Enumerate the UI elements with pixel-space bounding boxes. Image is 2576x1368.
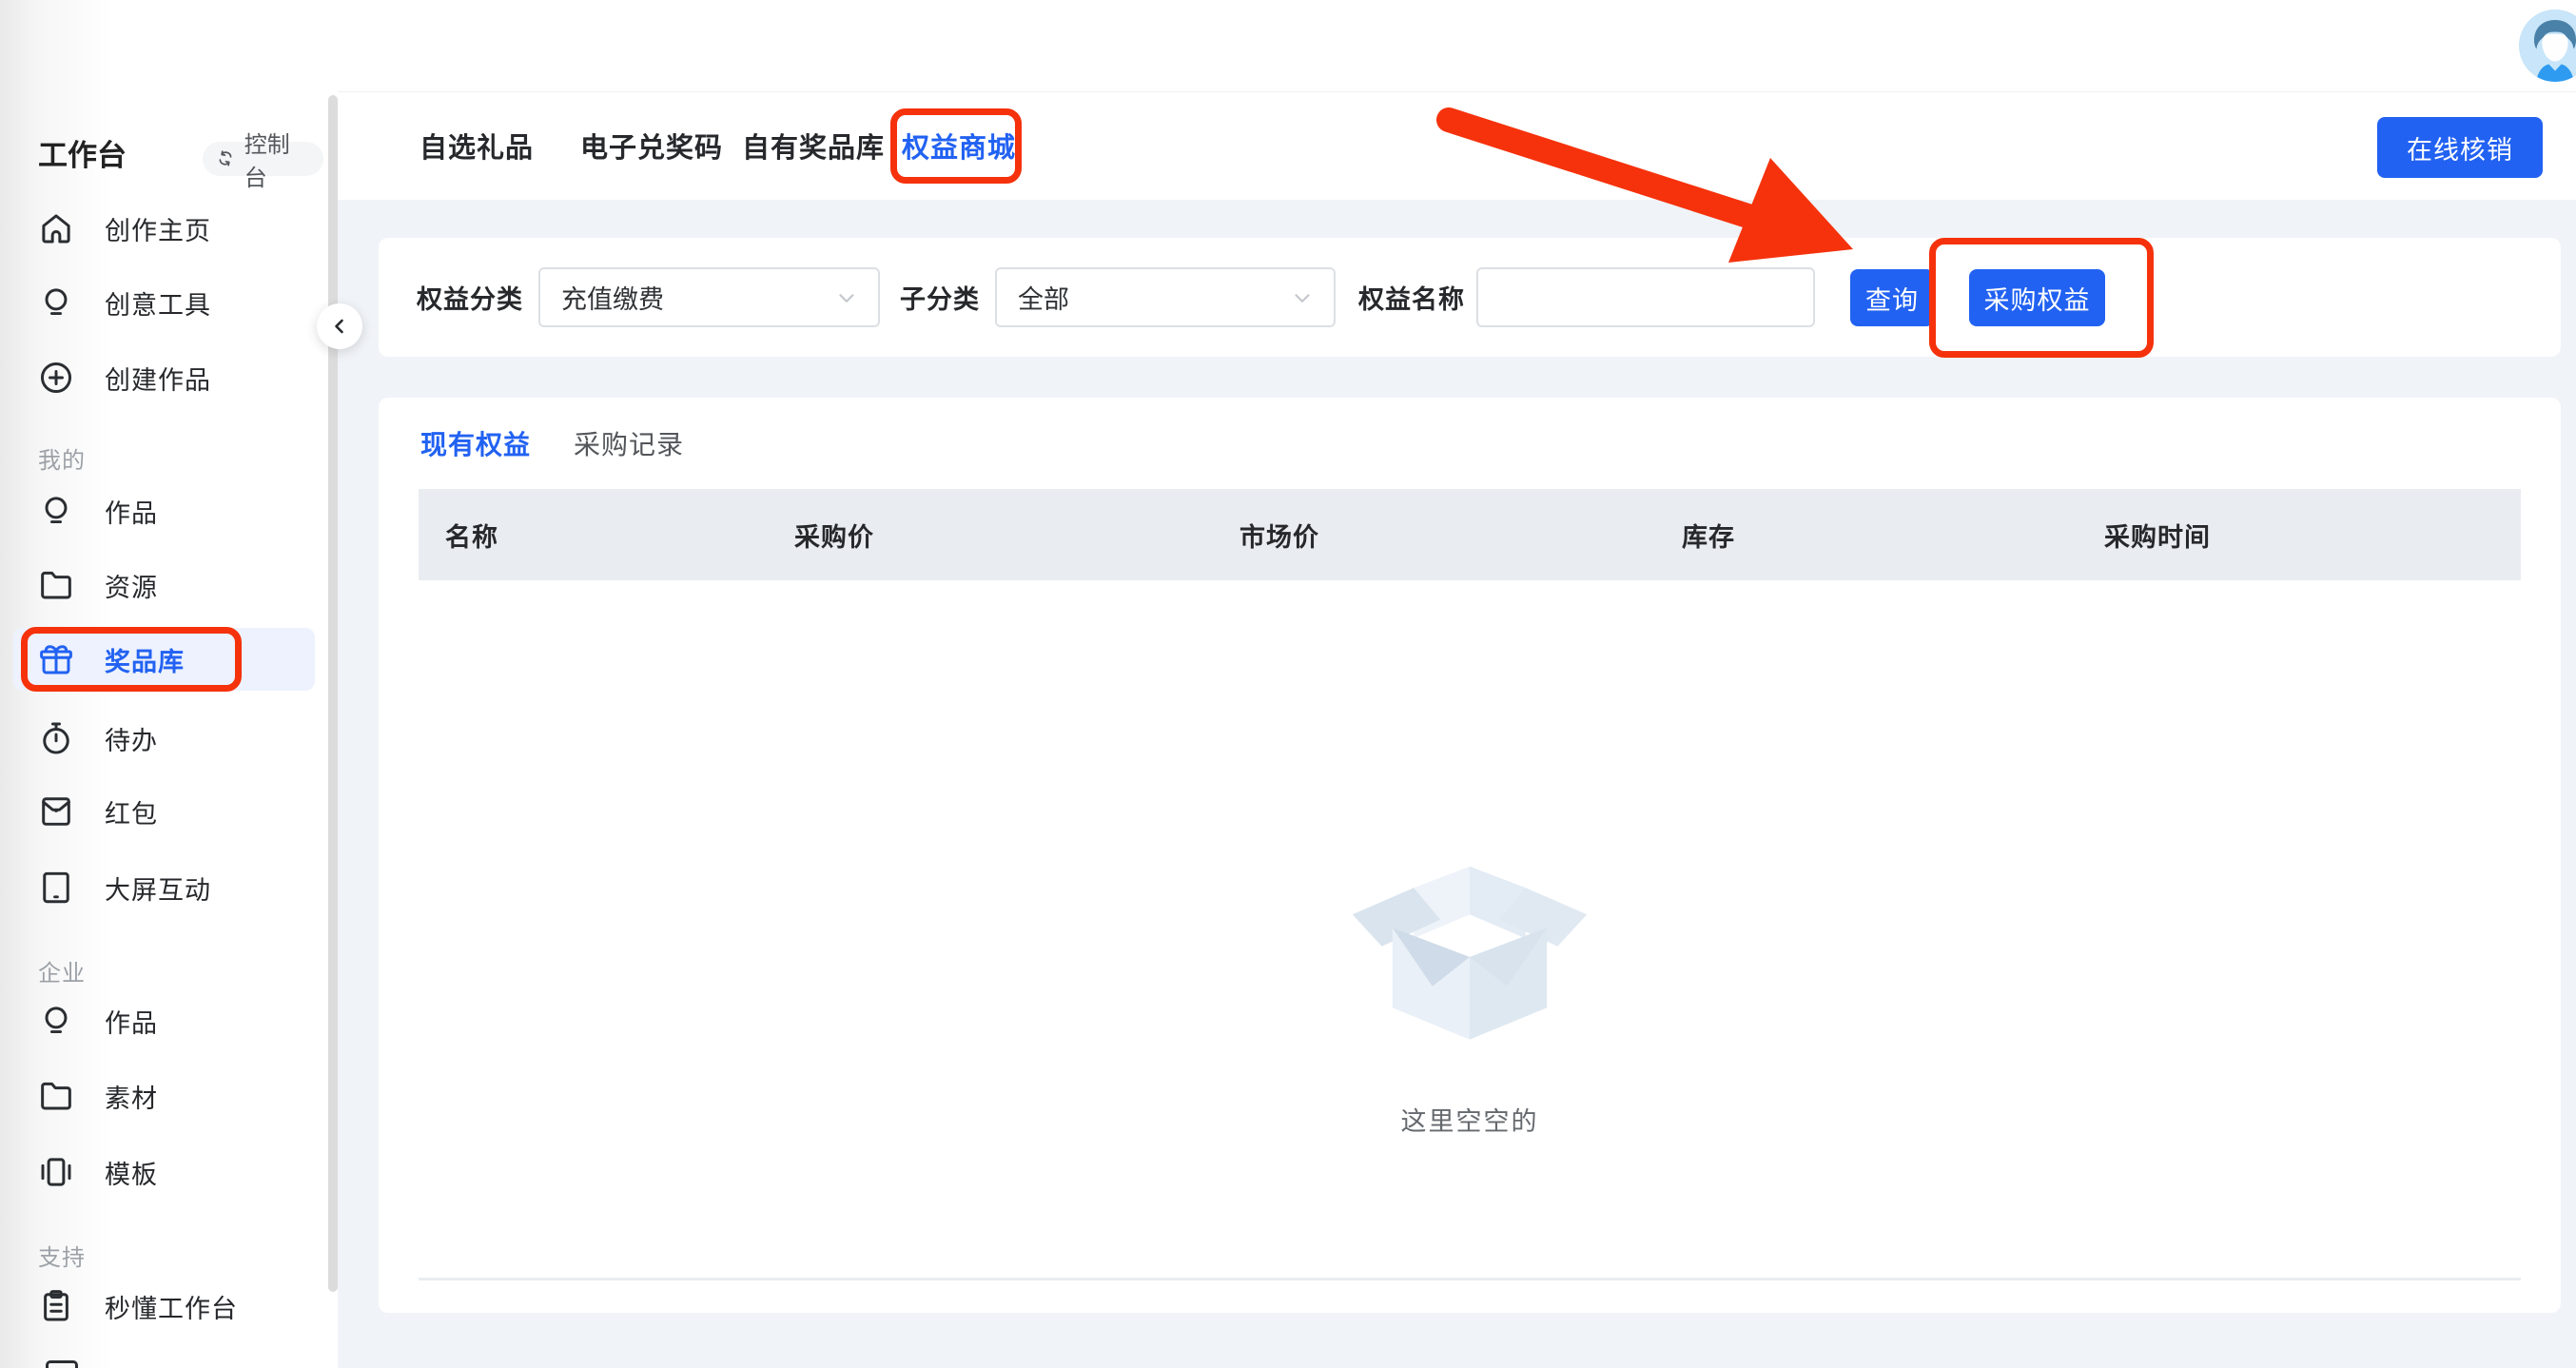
sidebar-item-label: 创意工具 [105, 284, 211, 322]
sidebar-item-folder[interactable]: 资源 [0, 548, 338, 622]
sidebar-item-gift[interactable]: 奖品库 [0, 622, 338, 696]
online-verify-button[interactable]: 在线核销 [2377, 117, 2543, 178]
bulb-icon [36, 491, 76, 531]
plus-circle-icon [36, 358, 76, 398]
sidebar-item-screen[interactable]: 大屏互动 [0, 850, 338, 925]
prize-tabs-bar: 自选礼品电子兑奖码自有奖品库权益商城 在线核销 [338, 92, 2576, 200]
subcategory-select-value: 全部 [1018, 279, 1290, 316]
sidebar-item-label: 作品 [105, 1003, 158, 1040]
bulb-icon [36, 1001, 76, 1041]
clipboard-icon [36, 1286, 76, 1326]
records-subtabs: 现有权益 采购记录 [420, 424, 684, 462]
table-column-header: 库存 [1682, 517, 2104, 554]
sidebar-item-template[interactable]: 模板 [0, 1135, 338, 1209]
main-area: 自选礼品电子兑奖码自有奖品库权益商城 在线核销 权益分类 充值缴费 子分类 全部… [338, 0, 2576, 1368]
empty-state-text: 这里空空的 [1401, 1101, 1539, 1138]
stopwatch-icon [36, 718, 76, 758]
tab-4[interactable]: 权益商城 [902, 92, 1016, 199]
bulb-icon [36, 283, 76, 322]
sidebar-item-label: 秒懂工作台 [105, 1288, 238, 1325]
chevron-down-icon [834, 285, 859, 310]
gift-icon [36, 639, 76, 679]
sidebar-collapse-button[interactable] [317, 303, 362, 349]
home-icon [36, 208, 76, 248]
sidebar-section-label: 支持 [38, 1239, 86, 1272]
subcategory-filter-label: 子分类 [900, 238, 980, 357]
empty-box-illustration [1337, 824, 1603, 1057]
user-avatar[interactable] [2519, 10, 2576, 82]
sidebar-item-bulb[interactable]: 作品 [0, 984, 338, 1058]
folder-icon [36, 565, 76, 605]
sidebar-item-stopwatch[interactable]: 待办 [0, 701, 338, 775]
partial-next-item-icon [46, 1360, 78, 1368]
chevron-left-icon [328, 315, 351, 338]
search-button[interactable]: 查询 [1850, 269, 1934, 326]
empty-state: 这里空空的 [379, 824, 2561, 1138]
sidebar-item-label: 待办 [105, 720, 158, 757]
top-header [338, 0, 2576, 92]
red-envelope-icon [36, 791, 76, 831]
screen-icon [36, 868, 76, 908]
subtab-1[interactable]: 现有权益 [420, 424, 531, 462]
sidebar-item-label: 素材 [105, 1078, 158, 1115]
sidebar-item-home[interactable]: 创作主页 [0, 191, 338, 265]
console-switch-button[interactable]: 控制台 [203, 142, 323, 176]
tab-2[interactable]: 电子兑奖码 [580, 92, 723, 199]
pagination-divider [419, 1278, 2521, 1280]
subtab-2[interactable]: 采购记录 [574, 424, 684, 462]
sidebar-item-label: 大屏互动 [105, 870, 211, 907]
sidebar-item-label: 奖品库 [105, 641, 185, 678]
content-area: 权益分类 充值缴费 子分类 全部 权益名称 查询 采购权益 现有权益 采购记录 名… [338, 200, 2576, 1368]
sidebar-header: 工作台 控制台 [38, 135, 323, 181]
sidebar-item-label: 创作主页 [105, 210, 211, 247]
filter-panel: 权益分类 充值缴费 子分类 全部 权益名称 查询 采购权益 [379, 238, 2561, 357]
benefit-name-label: 权益名称 [1358, 238, 1465, 357]
avatar-person-icon [2519, 10, 2576, 82]
sidebar-item-label: 作品 [105, 493, 158, 530]
chevron-down-icon [1290, 285, 1315, 310]
tab-1[interactable]: 自选礼品 [420, 92, 534, 199]
workbench-page: 工作台 控制台 创作主页创意工具创建作品我的作品资源奖品库待办红包大屏互动企业作… [0, 0, 2576, 1368]
sidebar-section-label: 企业 [38, 954, 86, 987]
table-column-header: 采购价 [794, 517, 1239, 554]
category-select-value: 充值缴费 [561, 279, 834, 316]
table-column-header: 采购时间 [2104, 517, 2521, 554]
sidebar-item-folder[interactable]: 素材 [0, 1059, 338, 1133]
sidebar-item-clipboard[interactable]: 秒懂工作台 [0, 1269, 338, 1343]
console-button-label: 控制台 [244, 126, 306, 192]
records-panel: 现有权益 采购记录 名称采购价市场价库存采购时间 这里空空的 [379, 398, 2561, 1313]
category-select[interactable]: 充值缴费 [538, 267, 880, 327]
sidebar-item-label: 创建作品 [105, 360, 211, 397]
records-table-header: 名称采购价市场价库存采购时间 [419, 489, 2521, 580]
sidebar-item-plus-circle[interactable]: 创建作品 [0, 341, 338, 415]
folder-icon [36, 1076, 76, 1116]
sidebar-item-label: 模板 [105, 1154, 158, 1191]
sidebar-item-label: 资源 [105, 567, 158, 604]
sidebar-title: 工作台 [38, 139, 127, 172]
table-column-header: 市场价 [1239, 517, 1682, 554]
sidebar-item-red-envelope[interactable]: 红包 [0, 774, 338, 849]
sidebar-item-label: 红包 [105, 793, 158, 831]
template-icon [36, 1152, 76, 1192]
sidebar-item-bulb[interactable]: 创意工具 [0, 265, 338, 340]
sidebar: 工作台 控制台 创作主页创意工具创建作品我的作品资源奖品库待办红包大屏互动企业作… [0, 0, 338, 1368]
sidebar-scrollbar[interactable] [328, 95, 338, 1292]
switch-console-icon [216, 147, 237, 170]
category-filter-label: 权益分类 [417, 238, 523, 357]
purchase-benefit-button[interactable]: 采购权益 [1969, 269, 2105, 326]
sidebar-item-bulb[interactable]: 作品 [0, 474, 338, 548]
sidebar-section-label: 我的 [38, 441, 86, 475]
subcategory-select[interactable]: 全部 [995, 267, 1336, 327]
benefit-name-input[interactable] [1476, 267, 1815, 327]
tab-3[interactable]: 自有奖品库 [742, 92, 885, 199]
table-column-header: 名称 [419, 517, 794, 554]
